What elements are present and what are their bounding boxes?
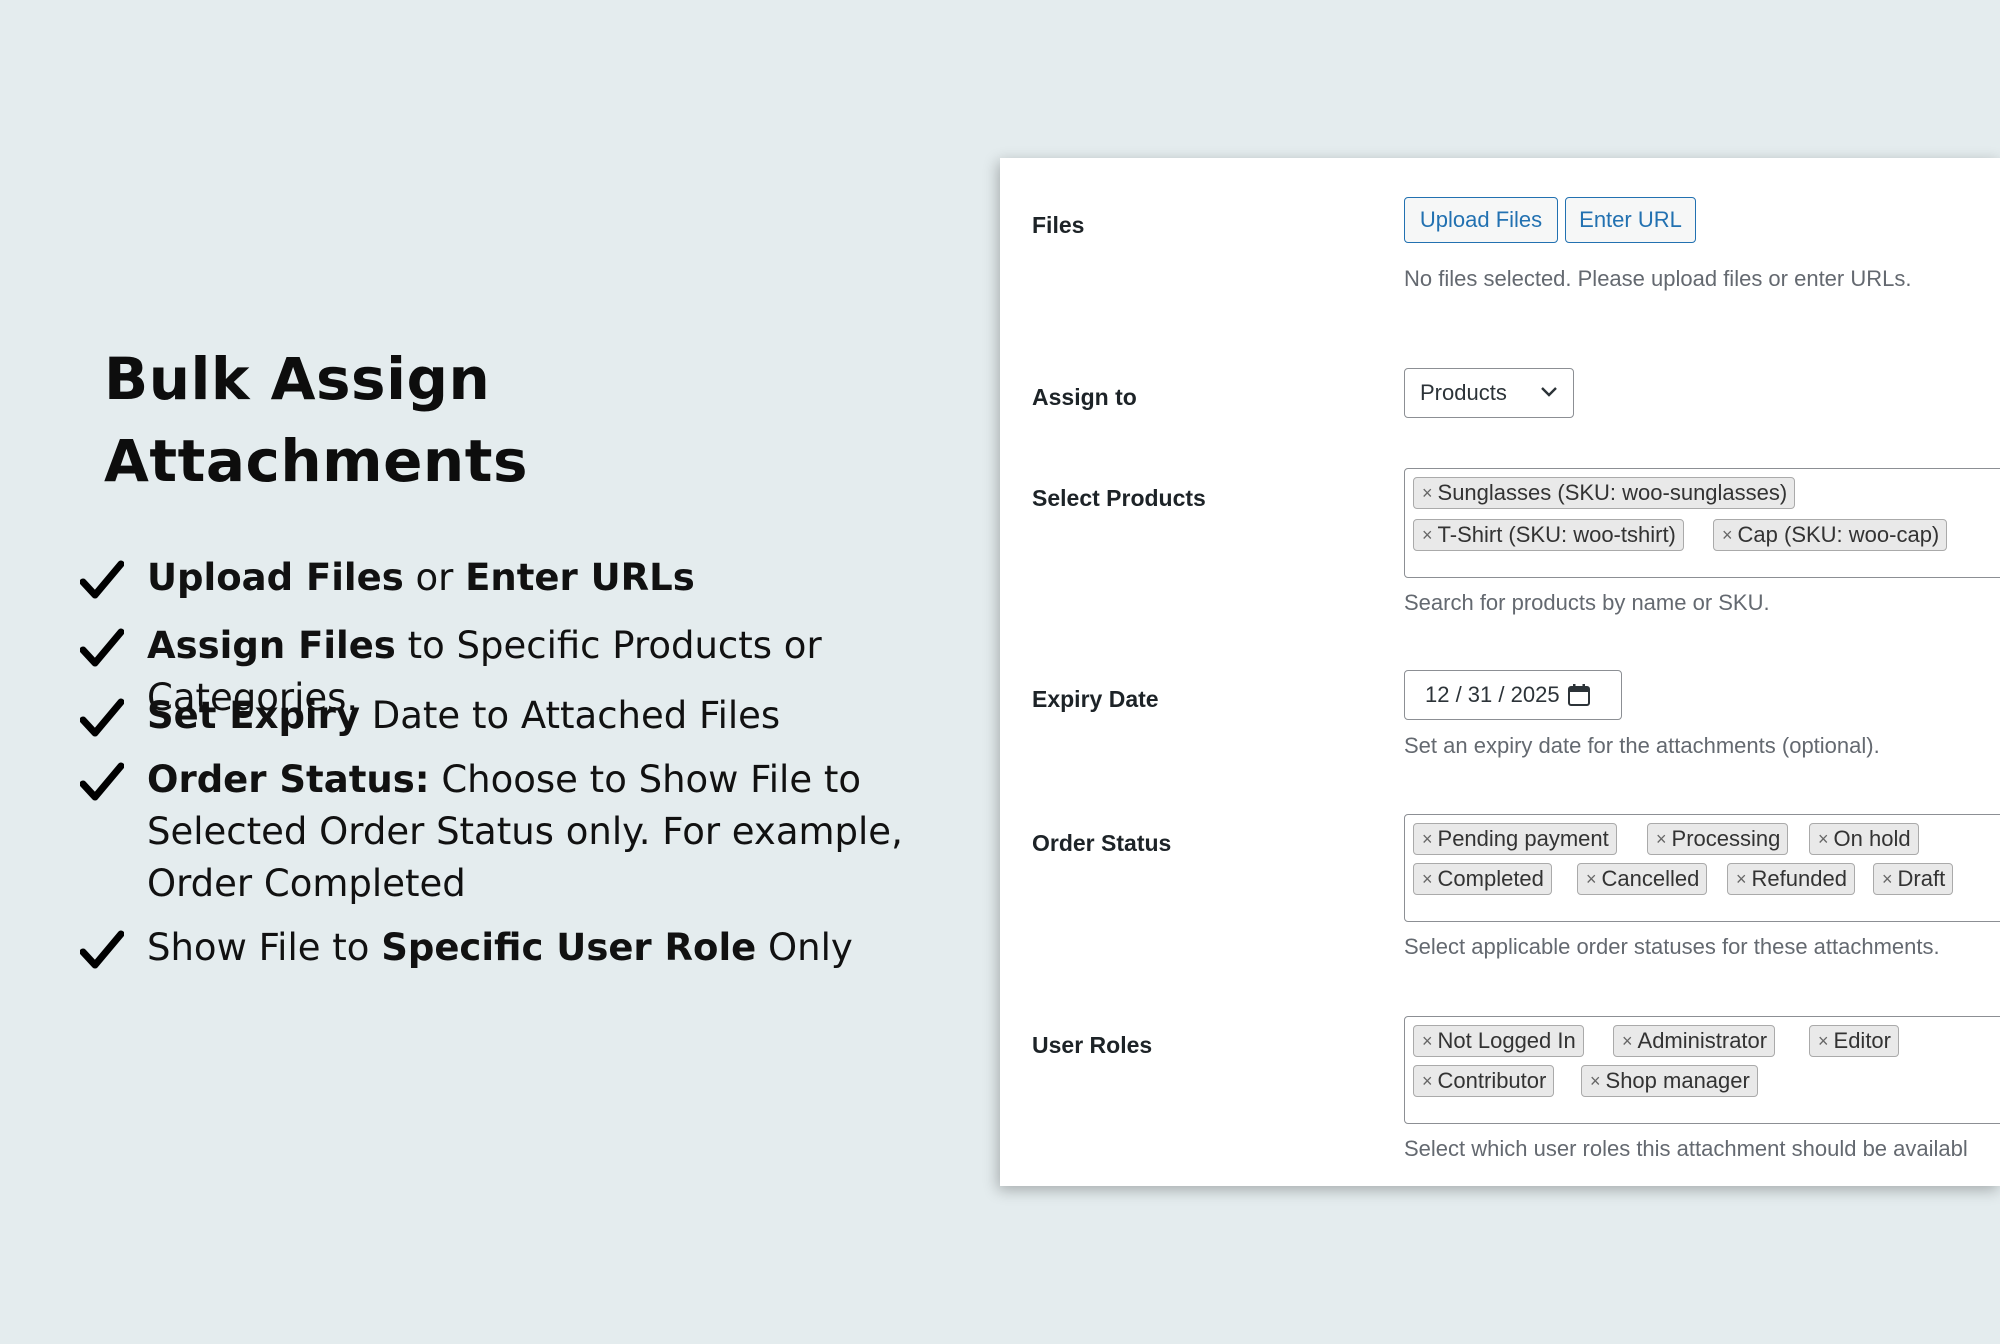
user-role-chip: × Contributor	[1413, 1065, 1555, 1097]
remove-icon[interactable]: ×	[1422, 1031, 1433, 1052]
remove-icon[interactable]: ×	[1818, 1031, 1829, 1052]
user-role-chip: × Administrator	[1613, 1025, 1776, 1057]
files-hint: No files selected. Please upload files o…	[1404, 266, 1912, 291]
user-roles-hint: Select which user roles this attachment …	[1404, 1136, 1968, 1161]
products-multiselect[interactable]: × Sunglasses (SKU: woo-sunglasses) × T-Shi…	[1404, 468, 2000, 578]
order-status-multiselect[interactable]: × Pending payment × Processing × On hold × C…	[1404, 814, 2000, 922]
user-role-chip: × Shop manager	[1581, 1065, 1758, 1097]
user-role-chip: × Editor	[1809, 1025, 1899, 1057]
feature-text-bold: Enter URLs	[465, 556, 695, 599]
chevron-down-icon	[1541, 387, 1557, 397]
chip-label: Administrator	[1637, 1028, 1768, 1053]
chip-label: Refunded	[1751, 866, 1847, 891]
feature-text-plain: Date to Attached Files	[360, 694, 781, 737]
assign-to-value: Products	[1420, 380, 1507, 405]
select-products-label: Select Products	[1032, 485, 1206, 511]
remove-icon[interactable]: ×	[1656, 829, 1667, 850]
product-chip: × Cap (SKU: woo-cap)	[1713, 519, 1948, 551]
order-status-chip: × Pending payment	[1413, 823, 1617, 855]
feature-text-bold: Order Status:	[147, 758, 430, 801]
feature-item: Order Status: Choose to Show File to Sel…	[80, 754, 960, 910]
order-status-chip: × Draft	[1873, 863, 1954, 895]
user-role-chip: × Not Logged In	[1413, 1025, 1584, 1057]
title-line-2: Attachments	[104, 427, 528, 495]
settings-form-panel: Files Upload Files Enter URL No files se…	[1000, 158, 2000, 1186]
order-status-chip: × Completed	[1413, 863, 1552, 895]
chip-label: Not Logged In	[1437, 1028, 1576, 1053]
feature-item: Set Expiry Date to Attached Files	[80, 690, 960, 742]
assign-to-label: Assign to	[1032, 384, 1137, 410]
feature-item: Upload Files or Enter URLs	[80, 552, 960, 604]
chip-label: Cap (SKU: woo-cap)	[1737, 522, 1940, 547]
files-label: Files	[1032, 212, 1085, 238]
remove-icon[interactable]: ×	[1422, 483, 1433, 504]
order-status-chip: × Refunded	[1727, 863, 1855, 895]
chip-label: Sunglasses (SKU: woo-sunglasses)	[1437, 480, 1788, 505]
user-roles-multiselect[interactable]: × Not Logged In × Administrator × Editor × C…	[1404, 1016, 2000, 1124]
remove-icon[interactable]: ×	[1586, 869, 1597, 890]
feature-text: Order Status: Choose to Show File to Sel…	[147, 754, 947, 910]
chip-label: Completed	[1437, 866, 1544, 891]
checkmark-icon	[80, 560, 124, 599]
order-status-chip: × On hold	[1809, 823, 1919, 855]
chip-label: T-Shirt (SKU: woo-tshirt)	[1437, 522, 1676, 547]
order-status-hint: Select applicable order statuses for the…	[1404, 934, 1940, 959]
chip-label: Pending payment	[1437, 826, 1609, 851]
enter-url-button[interactable]: Enter URL	[1565, 197, 1696, 243]
order-status-chip: × Processing	[1647, 823, 1789, 855]
remove-icon[interactable]: ×	[1422, 1071, 1433, 1092]
expiry-date-input[interactable]: 12 / 31 / 2025	[1404, 670, 1622, 720]
chip-label: Draft	[1897, 866, 1946, 891]
chip-label: Editor	[1833, 1028, 1891, 1053]
feature-text-plain: Show File to	[147, 926, 382, 969]
feature-text-plain: Only	[756, 926, 853, 969]
feature-text-bold: Assign Files	[147, 624, 396, 667]
checkmark-icon	[80, 698, 124, 737]
checkmark-icon	[80, 930, 124, 969]
products-hint: Search for products by name or SKU.	[1404, 590, 1770, 615]
product-chip: × Sunglasses (SKU: woo-sunglasses)	[1413, 477, 1796, 509]
chip-label: Processing	[1671, 826, 1781, 851]
chip-label: Shop manager	[1605, 1068, 1750, 1093]
feature-text-bold: Specific User Role	[381, 926, 757, 969]
remove-icon[interactable]: ×	[1422, 525, 1433, 546]
feature-text-plain: or	[403, 556, 466, 599]
remove-icon[interactable]: ×	[1622, 1031, 1633, 1052]
checkmark-icon	[80, 628, 124, 667]
order-status-chip: × Cancelled	[1577, 863, 1708, 895]
chip-label: Contributor	[1437, 1068, 1547, 1093]
feature-text: Upload Files or Enter URLs	[147, 552, 695, 604]
feature-text: Show File to Specific User Role Only	[147, 922, 853, 974]
checkmark-icon	[80, 762, 124, 801]
expiry-hint: Set an expiry date for the attachments (…	[1404, 733, 1880, 758]
chip-label: Cancelled	[1601, 866, 1700, 891]
page-title: Bulk Assign Attachments	[104, 338, 528, 502]
remove-icon[interactable]: ×	[1736, 869, 1747, 890]
product-chip: × T-Shirt (SKU: woo-tshirt)	[1413, 519, 1684, 551]
chip-label: On hold	[1833, 826, 1911, 851]
feature-text-bold: Upload Files	[147, 556, 404, 599]
remove-icon[interactable]: ×	[1590, 1071, 1601, 1092]
feature-item: Show File to Specific User Role Only	[80, 922, 960, 974]
upload-files-button[interactable]: Upload Files	[1404, 197, 1558, 243]
expiry-date-label: Expiry Date	[1032, 686, 1159, 712]
user-roles-label: User Roles	[1032, 1032, 1153, 1058]
remove-icon[interactable]: ×	[1422, 869, 1433, 890]
assign-to-select[interactable]: Products	[1404, 368, 1574, 418]
remove-icon[interactable]: ×	[1818, 829, 1829, 850]
feature-text: Set Expiry Date to Attached Files	[147, 690, 780, 742]
remove-icon[interactable]: ×	[1882, 869, 1893, 890]
expiry-date-value: 12 / 31 / 2025	[1425, 682, 1560, 707]
title-line-1: Bulk Assign	[104, 345, 491, 413]
remove-icon[interactable]: ×	[1722, 525, 1733, 546]
order-status-label: Order Status	[1032, 830, 1172, 856]
feature-text-bold: Set Expiry	[147, 694, 360, 737]
calendar-icon[interactable]	[1567, 683, 1591, 707]
remove-icon[interactable]: ×	[1422, 829, 1433, 850]
